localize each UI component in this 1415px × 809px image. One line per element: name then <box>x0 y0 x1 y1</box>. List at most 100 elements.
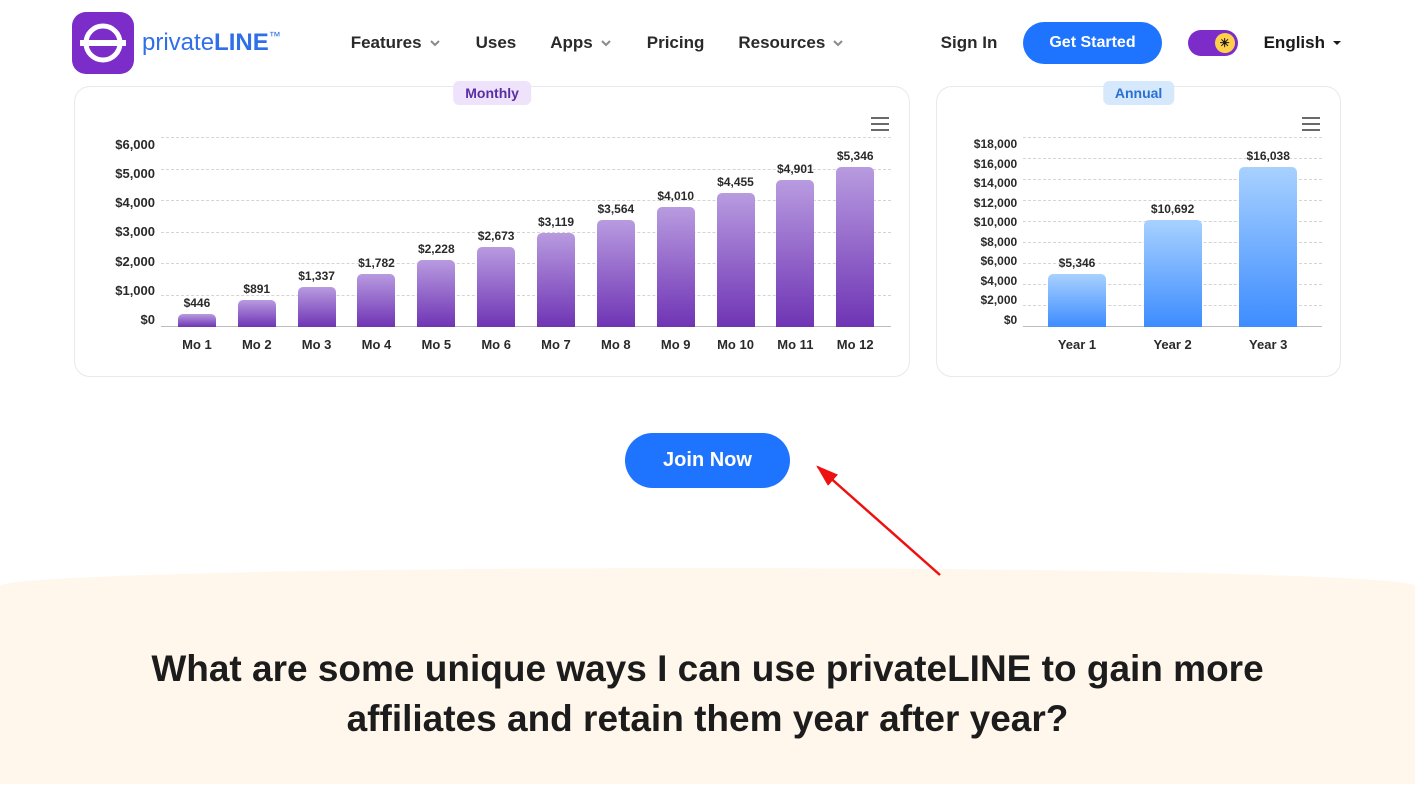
theme-toggle[interactable]: ☀ <box>1188 30 1238 56</box>
monthly-yaxis: $6,000$5,000$4,000$3,000$2,000$1,000$0 <box>93 137 161 327</box>
bar: $4,010 <box>646 189 706 327</box>
chevron-down-icon <box>428 36 442 50</box>
bar-value-label: $3,564 <box>597 202 634 216</box>
bar-rect <box>238 300 276 327</box>
annual-plot: $5,346 $10,692 $16,038 <box>1023 137 1322 327</box>
bar-value-label: $4,901 <box>777 162 814 176</box>
xtick-label: Mo 1 <box>167 337 227 352</box>
xtick-label: Mo 4 <box>347 337 407 352</box>
section-heading: What are some unique ways I can use priv… <box>108 644 1308 744</box>
xtick-label: Mo 8 <box>586 337 646 352</box>
bar-rect <box>776 180 814 327</box>
bar: $3,119 <box>526 215 586 327</box>
nav-apps[interactable]: Apps <box>550 33 613 53</box>
ytick-label: $3,000 <box>115 224 155 239</box>
logo-icon <box>72 12 134 74</box>
xtick-label: Year 3 <box>1220 337 1316 352</box>
nav-label: Uses <box>476 33 517 53</box>
cta-section: Join Now <box>0 377 1415 528</box>
ytick-label: $16,000 <box>974 157 1017 171</box>
annual-tab: Annual <box>1103 81 1174 105</box>
join-now-button[interactable]: Join Now <box>625 433 790 488</box>
chevron-down-icon <box>831 36 845 50</box>
bar-value-label: $3,119 <box>538 215 574 229</box>
bar-rect <box>417 260 455 327</box>
xtick-label: Mo 5 <box>406 337 466 352</box>
charts-row: Monthly $6,000$5,000$4,000$3,000$2,000$1… <box>0 86 1415 377</box>
xtick-label: Mo 3 <box>287 337 347 352</box>
bar-value-label: $4,010 <box>657 189 694 203</box>
get-started-button[interactable]: Get Started <box>1023 22 1161 64</box>
bar: $10,692 <box>1125 202 1221 327</box>
logo[interactable]: privateLINE™ <box>72 12 281 74</box>
bar-rect <box>657 207 695 327</box>
ytick-label: $18,000 <box>974 137 1017 151</box>
nav-pricing[interactable]: Pricing <box>647 33 705 53</box>
bar-value-label: $16,038 <box>1247 149 1290 163</box>
nav-label: Features <box>351 33 422 53</box>
xtick-label: Mo 6 <box>466 337 526 352</box>
bar-value-label: $891 <box>243 282 270 296</box>
bar-value-label: $10,692 <box>1151 202 1194 216</box>
nav-features[interactable]: Features <box>351 33 442 53</box>
bar-rect <box>298 287 336 327</box>
ytick-label: $2,000 <box>115 254 155 269</box>
bar-rect <box>357 274 395 328</box>
nav-uses[interactable]: Uses <box>476 33 517 53</box>
ytick-label: $10,000 <box>974 215 1017 229</box>
bar-rect <box>1239 167 1297 327</box>
bar-rect <box>836 167 874 327</box>
nav-resources[interactable]: Resources <box>738 33 845 53</box>
language-label: English <box>1264 33 1325 53</box>
bar-value-label: $4,455 <box>717 175 754 189</box>
header-actions: Sign In Get Started ☀ English <box>941 22 1343 64</box>
bar-value-label: $446 <box>184 296 211 310</box>
nav-label: Apps <box>550 33 593 53</box>
chart-menu-icon[interactable] <box>871 117 889 131</box>
signin-link[interactable]: Sign In <box>941 33 998 53</box>
annual-chart-card: Annual $18,000$16,000$14,000$12,000$10,0… <box>936 86 1341 377</box>
annual-yaxis: $18,000$16,000$14,000$12,000$10,000$8,00… <box>955 137 1023 327</box>
site-header: privateLINE™ Features Uses Apps Pricing … <box>0 0 1415 86</box>
monthly-tab: Monthly <box>453 81 531 105</box>
caret-down-icon <box>1331 37 1343 49</box>
chevron-down-icon <box>599 36 613 50</box>
bar: $3,564 <box>586 202 646 327</box>
bar: $1,782 <box>347 256 407 328</box>
ytick-label: $14,000 <box>974 176 1017 190</box>
bar-rect <box>178 314 216 327</box>
sun-icon: ☀ <box>1215 33 1235 53</box>
bar: $891 <box>227 282 287 327</box>
xtick-label: Mo 9 <box>646 337 706 352</box>
ytick-label: $1,000 <box>115 283 155 298</box>
xtick-label: Mo 11 <box>765 337 825 352</box>
bar-value-label: $5,346 <box>1059 256 1096 270</box>
monthly-xaxis: Mo 1Mo 2Mo 3Mo 4Mo 5Mo 6Mo 7Mo 8Mo 9Mo 1… <box>161 327 891 352</box>
bar: $2,673 <box>466 229 526 327</box>
xtick-label: Year 2 <box>1125 337 1221 352</box>
ytick-label: $0 <box>141 312 155 327</box>
bar-value-label: $1,782 <box>358 256 395 270</box>
xtick-label: Mo 2 <box>227 337 287 352</box>
bar-value-label: $1,337 <box>298 269 335 283</box>
ytick-label: $0 <box>1004 313 1017 327</box>
bar: $5,346 <box>1029 256 1125 328</box>
xtick-label: Mo 10 <box>706 337 766 352</box>
ytick-label: $4,000 <box>980 274 1017 288</box>
nav-label: Pricing <box>647 33 705 53</box>
bar-rect <box>1144 220 1202 327</box>
language-select[interactable]: English <box>1264 33 1343 53</box>
annual-xaxis: Year 1Year 2Year 3 <box>1023 327 1322 352</box>
xtick-label: Mo 7 <box>526 337 586 352</box>
bar: $4,901 <box>765 162 825 327</box>
bar: $446 <box>167 296 227 327</box>
ytick-label: $6,000 <box>980 254 1017 268</box>
ytick-label: $12,000 <box>974 196 1017 210</box>
xtick-label: Mo 12 <box>825 337 885 352</box>
bar-rect <box>477 247 515 327</box>
logo-text: privateLINE™ <box>142 29 281 57</box>
bar-rect <box>597 220 635 327</box>
bar-value-label: $5,346 <box>837 149 874 163</box>
bar-value-label: $2,673 <box>478 229 515 243</box>
chart-menu-icon[interactable] <box>1302 117 1320 131</box>
